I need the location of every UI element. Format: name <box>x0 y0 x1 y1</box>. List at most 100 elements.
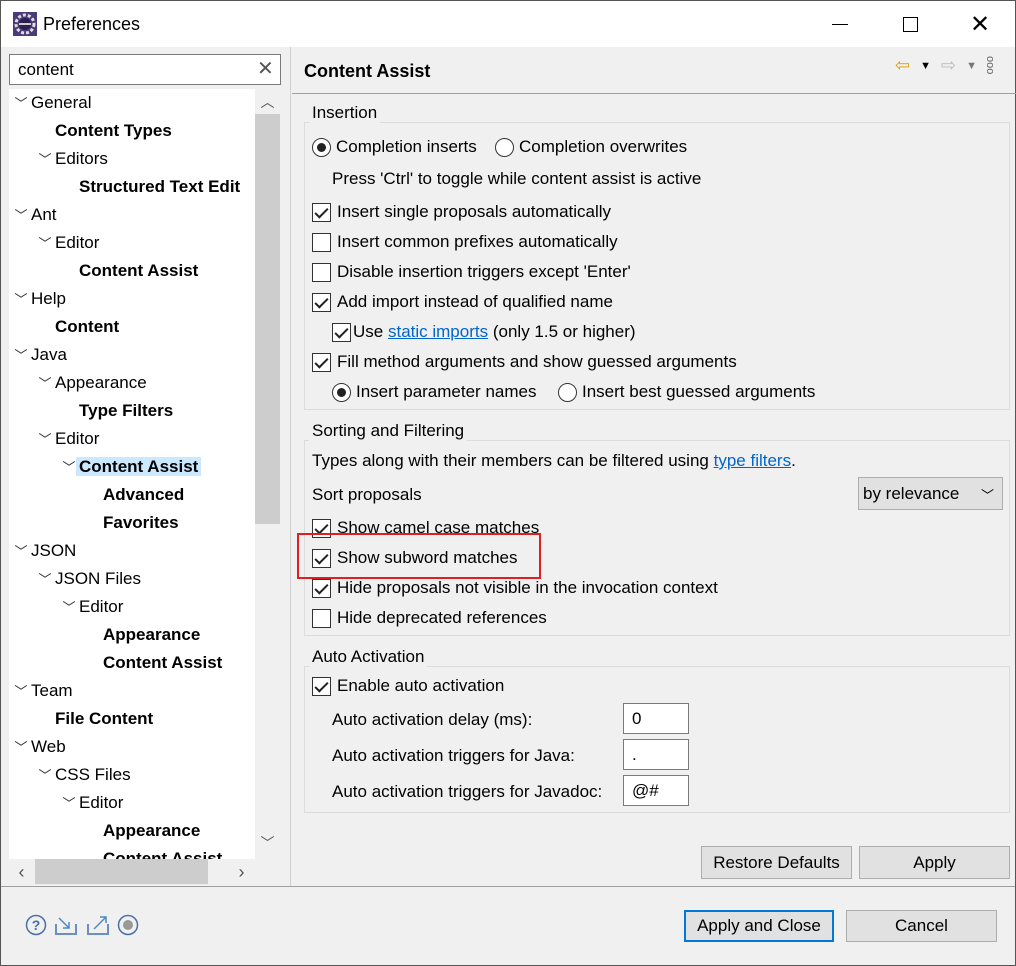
tree-item[interactable]: ﹀ JSON <box>11 537 76 565</box>
tree-item[interactable]: Content Assist <box>83 649 222 677</box>
tree-item[interactable]: ﹀ Editor <box>35 425 99 453</box>
tree-item[interactable]: ﹀ General <box>11 89 91 117</box>
chevron-down-icon[interactable]: ﹀ <box>11 202 31 230</box>
javadoc-triggers-input[interactable] <box>623 775 689 806</box>
tree-item[interactable]: Structured Text Edit <box>59 173 240 201</box>
tree-item[interactable]: ﹀ CSS Files <box>35 761 130 790</box>
tree-item[interactable]: ﹀ Web <box>11 733 65 762</box>
chevron-down-icon[interactable]: ﹀ <box>11 90 31 118</box>
tree-item[interactable]: ﹀ Help <box>11 285 66 314</box>
disable-insertion-triggers-checkbox[interactable]: Disable insertion triggers except 'Enter… <box>312 259 631 285</box>
hide-deprecated-checkbox[interactable]: Hide deprecated references <box>312 605 547 631</box>
delay-input[interactable] <box>623 703 689 734</box>
chevron-down-icon[interactable]: ﹀ <box>35 566 55 594</box>
enable-auto-activation-checkbox[interactable]: Enable auto activation <box>312 673 504 699</box>
minimize-button[interactable] <box>817 1 863 47</box>
insert-best-guessed-radio[interactable]: Insert best guessed arguments <box>558 379 815 405</box>
chevron-down-icon[interactable]: ﹀ <box>11 342 31 370</box>
tree-item-label: Team <box>31 681 73 700</box>
tree-item[interactable]: Content Assist <box>83 845 222 859</box>
back-arrow-icon[interactable]: ⇦ <box>895 55 910 76</box>
tree-item[interactable]: ﹀ Java <box>11 341 66 370</box>
restore-defaults-button[interactable]: Restore Defaults <box>701 846 852 879</box>
type-filters-link[interactable]: type filters <box>714 448 791 474</box>
scroll-thumb[interactable] <box>255 114 280 524</box>
sort-proposals-dropdown[interactable]: by relevance ﹀ <box>858 477 1003 510</box>
clear-filter-icon[interactable]: ✕ <box>257 56 274 81</box>
tree-item-label: General <box>31 93 92 112</box>
tree-item[interactable]: ﹀ Content Assist <box>59 453 202 481</box>
tree-item[interactable]: Appearance <box>83 817 200 845</box>
add-import-checkbox[interactable]: Add import instead of qualified name <box>312 289 613 315</box>
scroll-right-icon[interactable]: › <box>229 862 254 883</box>
insert-parameter-names-radio[interactable]: Insert parameter names <box>332 379 536 405</box>
insert-single-proposals-checkbox[interactable]: Insert single proposals automatically <box>312 199 611 225</box>
tree-item[interactable]: ﹀ Team <box>11 677 73 706</box>
scroll-thumb[interactable] <box>35 859 208 884</box>
completion-overwrites-radio[interactable]: Completion overwrites <box>495 134 687 160</box>
tree-item[interactable]: ﹀ Editor <box>59 593 123 621</box>
completion-inserts-radio[interactable]: Completion inserts <box>312 134 477 160</box>
forward-menu-icon[interactable]: ▼ <box>966 60 977 72</box>
tree-item[interactable]: ﹀ Ant <box>11 201 57 230</box>
tree-item-label: Ant <box>31 205 57 224</box>
hide-not-visible-checkbox[interactable]: Hide proposals not visible in the invoca… <box>312 575 718 601</box>
help-icon[interactable]: ? <box>24 913 48 937</box>
tree-item[interactable]: Favorites <box>83 509 179 537</box>
view-menu-icon[interactable]: ooo <box>984 56 996 74</box>
tree-vertical-scrollbar[interactable]: ︿ ﹀ <box>255 89 280 859</box>
close-button[interactable]: ✕ <box>957 1 1003 47</box>
tree-item[interactable]: ﹀ Appearance <box>35 369 146 398</box>
tree-item-label: Content Assist <box>103 653 223 672</box>
chevron-down-icon[interactable]: ﹀ <box>35 762 55 790</box>
chevron-down-icon[interactable]: ﹀ <box>35 426 55 454</box>
tree-item[interactable]: Type Filters <box>59 397 173 425</box>
content-assist-page: Content Assist ⇦ ▼ ⇨ ▼ ooo Insertion Com… <box>292 47 1016 887</box>
tree-item[interactable]: ﹀ Editors <box>35 145 107 174</box>
apply-button[interactable]: Apply <box>859 846 1010 879</box>
chevron-down-icon[interactable]: ﹀ <box>59 790 79 818</box>
tree-item[interactable]: ﹀ JSON Files <box>35 565 140 594</box>
forward-arrow-icon[interactable]: ⇨ <box>941 55 956 76</box>
chevron-down-icon[interactable]: ﹀ <box>59 594 79 622</box>
tree-item[interactable]: Content <box>35 313 119 341</box>
tree-item[interactable]: Appearance <box>83 621 200 649</box>
scroll-down-icon[interactable]: ﹀ <box>255 833 280 853</box>
use-static-imports-checkbox[interactable]: Use static imports (only 1.5 or higher) <box>332 319 636 345</box>
import-icon[interactable] <box>54 913 78 937</box>
record-icon[interactable] <box>116 913 140 937</box>
tree-item-label: Editor <box>55 429 100 448</box>
tree-item[interactable]: ﹀ Editor <box>59 789 123 817</box>
chevron-down-icon[interactable]: ﹀ <box>11 678 31 706</box>
back-menu-icon[interactable]: ▼ <box>920 60 931 72</box>
filter-input[interactable] <box>9 54 281 85</box>
tree-item[interactable]: Advanced <box>83 481 184 509</box>
scroll-up-icon[interactable]: ︿ <box>255 92 280 112</box>
scroll-left-icon[interactable]: ‹ <box>9 862 34 883</box>
tree-item[interactable]: File Content <box>35 705 153 733</box>
chevron-down-icon[interactable]: ﹀ <box>11 286 31 314</box>
toggle-hint: Press 'Ctrl' to toggle while content ass… <box>332 169 702 188</box>
tree-item-label: Content Assist <box>79 261 199 280</box>
tree-horizontal-scrollbar[interactable]: ‹ › <box>9 859 255 884</box>
tree-item[interactable]: ﹀ Editor <box>35 229 99 257</box>
cancel-button[interactable]: Cancel <box>846 910 997 942</box>
fill-method-arguments-checkbox[interactable]: Fill method arguments and show guessed a… <box>312 349 737 375</box>
chevron-down-icon[interactable]: ﹀ <box>11 538 31 566</box>
panel-divider[interactable] <box>290 47 291 887</box>
insert-common-prefixes-checkbox[interactable]: Insert common prefixes automatically <box>312 229 618 255</box>
chevron-down-icon[interactable]: ﹀ <box>35 146 55 174</box>
tree-item[interactable]: Content Assist <box>59 257 198 285</box>
tree-item[interactable]: Content Types <box>35 117 172 145</box>
tree-item-label: File Content <box>55 709 154 728</box>
static-imports-link[interactable]: static imports <box>388 319 488 345</box>
apply-and-close-button[interactable]: Apply and Close <box>684 910 834 942</box>
java-triggers-input[interactable] <box>623 739 689 770</box>
tree-item-label: Help <box>31 289 66 308</box>
chevron-down-icon[interactable]: ﹀ <box>11 734 31 762</box>
export-icon[interactable] <box>86 913 110 937</box>
chevron-down-icon[interactable]: ﹀ <box>35 230 55 258</box>
maximize-button[interactable] <box>887 1 933 47</box>
chevron-down-icon[interactable]: ﹀ <box>35 370 55 398</box>
tree-item-label: Content Types <box>55 121 172 140</box>
